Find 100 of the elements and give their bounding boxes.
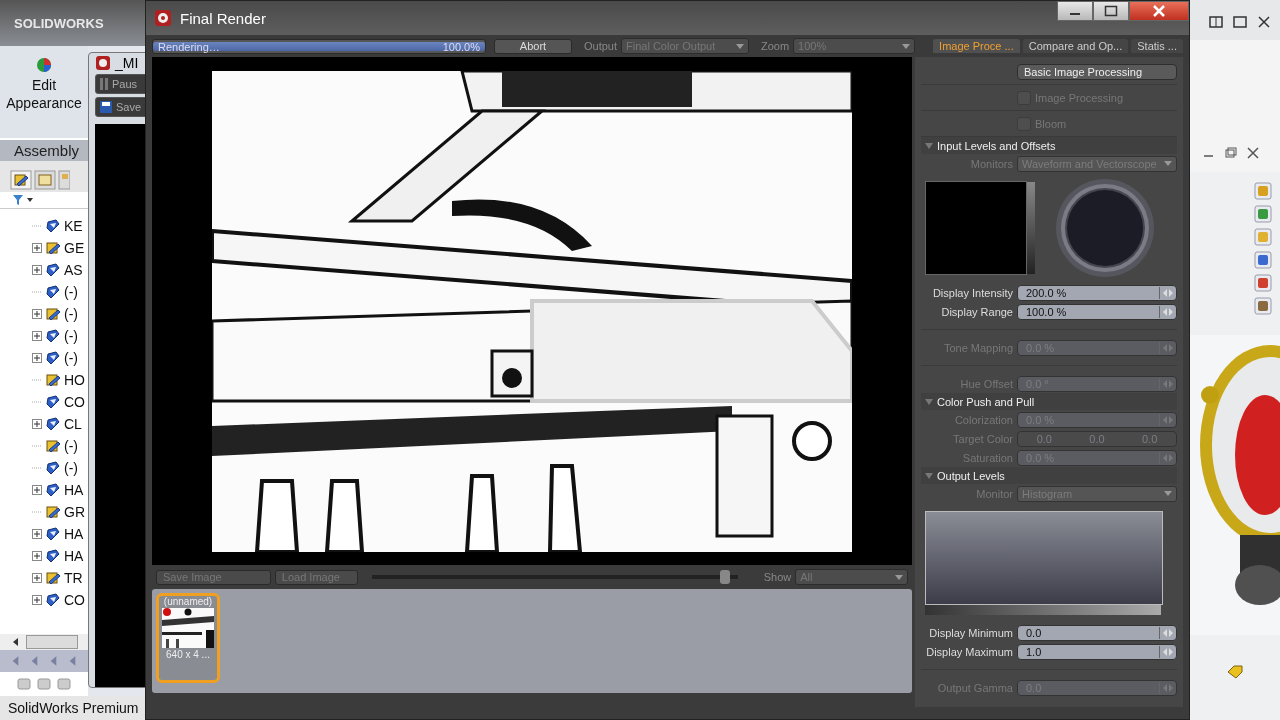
task-pane-icon[interactable]	[1254, 182, 1272, 200]
maximize-icon[interactable]	[1232, 14, 1248, 30]
close-button[interactable]	[1129, 1, 1189, 21]
tree-item[interactable]: CL	[64, 416, 82, 432]
collapse-triangle-icon[interactable]	[925, 397, 933, 406]
tile-icon[interactable]	[1208, 14, 1224, 30]
input-field[interactable]: 200.0 %	[1017, 284, 1177, 301]
feature-tree-tab-icon[interactable]	[10, 170, 32, 190]
part-icon	[45, 570, 61, 586]
field-label: Display Intensity	[931, 286, 1013, 299]
field-value: 0.0	[1142, 432, 1158, 445]
progress-reading: 100.0%	[442, 40, 480, 53]
tree-item[interactable]: TR	[64, 570, 83, 586]
part-icon	[45, 394, 61, 410]
button[interactable]: Basic Image Processing	[1017, 63, 1177, 80]
tree-item[interactable]: AS	[64, 262, 83, 278]
tree-item[interactable]: HA	[64, 548, 84, 564]
tab[interactable]: Assembly	[0, 140, 88, 161]
section-header[interactable]: Color Push and Pull	[921, 393, 1177, 410]
tree-item[interactable]: CO	[64, 394, 85, 410]
collapse-triangle-icon[interactable]	[925, 141, 933, 150]
expand-icon[interactable]	[32, 331, 42, 341]
app-icon	[95, 55, 111, 71]
tree-item[interactable]: GR	[64, 504, 85, 520]
part-icon	[45, 416, 61, 432]
part-icon	[45, 526, 61, 542]
dropdown-arrow-icon	[902, 43, 911, 49]
expand-icon[interactable]	[32, 595, 42, 605]
section-header[interactable]: Output Levels	[921, 467, 1177, 484]
dropdown-arrow-icon	[895, 574, 903, 580]
task-pane-icon[interactable]	[1254, 297, 1272, 315]
ribbon-button[interactable]: Edit Appearance	[0, 46, 88, 138]
window-title: Final Render	[180, 9, 266, 27]
tree-item[interactable]: (-)	[64, 306, 78, 322]
tree-item[interactable]: KE	[64, 218, 83, 234]
expand-icon[interactable]	[32, 353, 42, 363]
part-icon	[45, 284, 61, 300]
close-icon[interactable]	[1256, 14, 1272, 30]
tree-item[interactable]: GE	[64, 240, 85, 256]
part-icon	[45, 240, 61, 256]
thumbnail-title: (unnamed)	[163, 596, 213, 607]
tree-item[interactable]: HA	[64, 482, 84, 498]
restore-icon[interactable]	[1224, 146, 1238, 160]
tree-item[interactable]: HO	[64, 372, 85, 388]
dropdown-arrow-icon	[1164, 161, 1172, 166]
maximize-icon	[1104, 5, 1118, 17]
task-pane-icon[interactable]	[1254, 274, 1272, 292]
input-field[interactable]: 1.0	[1017, 643, 1177, 660]
part-icon	[45, 482, 61, 498]
expand-icon[interactable]	[32, 485, 42, 495]
expand-icon[interactable]	[32, 573, 42, 583]
part-icon	[45, 262, 61, 278]
field-label: Display Range	[940, 305, 1013, 318]
minimize-button[interactable]	[1057, 1, 1093, 21]
task-pane-icon[interactable]	[1254, 251, 1272, 269]
expand-icon[interactable]	[32, 265, 42, 275]
tool-icon[interactable]	[36, 676, 52, 692]
filter-icon[interactable]	[12, 194, 34, 206]
tree-item[interactable]: (-)	[64, 328, 78, 344]
expand-icon[interactable]	[32, 551, 42, 561]
progress-label: Rendering…	[158, 40, 220, 53]
tree-item[interactable]: (-)	[64, 460, 78, 476]
tool-icon[interactable]	[16, 676, 32, 692]
app-logo: SOLIDWORKS	[14, 15, 104, 31]
tag-icon	[1227, 665, 1243, 679]
field-label: Display Maximum	[925, 645, 1013, 658]
task-pane-icon[interactable]	[1254, 205, 1272, 223]
part-icon	[45, 592, 61, 608]
tree-item[interactable]: HA	[64, 526, 84, 542]
appearance-icon	[35, 56, 53, 74]
part-icon	[45, 504, 61, 520]
expand-icon[interactable]	[32, 243, 42, 253]
horizontal-scrollbar[interactable]	[0, 634, 88, 650]
expand-icon[interactable]	[32, 309, 42, 319]
expand-icon[interactable]	[32, 529, 42, 539]
scrollbar-thumb[interactable]	[26, 635, 78, 649]
close-icon	[1152, 5, 1166, 17]
slider-thumb[interactable]	[719, 570, 730, 584]
tree-item[interactable]: (-)	[64, 284, 78, 300]
tab[interactable]: Compare and Op...	[1022, 39, 1129, 53]
part-icon	[45, 372, 61, 388]
input-field[interactable]: 100.0 %	[1017, 303, 1177, 320]
tab[interactable]: Image Proce ...	[933, 39, 1020, 53]
collapse-triangle-icon[interactable]	[925, 471, 933, 480]
scroll-left-icon[interactable]	[12, 637, 20, 647]
part-icon	[45, 548, 61, 564]
tree-item[interactable]: CO	[64, 592, 85, 608]
expand-icon[interactable]	[32, 419, 42, 429]
maximize-button[interactable]	[1093, 1, 1129, 21]
tree-item[interactable]: (-)	[64, 350, 78, 366]
dropdown-arrow-icon	[736, 43, 744, 49]
input-field[interactable]: 0.0	[1017, 624, 1177, 641]
close-icon[interactable]	[1246, 146, 1260, 160]
part-icon	[45, 460, 61, 476]
tab[interactable]: Statis ...	[1131, 39, 1183, 53]
abort-button[interactable]: Abort	[493, 38, 572, 54]
tree-item[interactable]: (-)	[64, 438, 78, 454]
part-icon	[45, 218, 61, 234]
section-header[interactable]: Input Levels and Offsets	[921, 137, 1177, 154]
tool-icon[interactable]	[56, 676, 72, 692]
